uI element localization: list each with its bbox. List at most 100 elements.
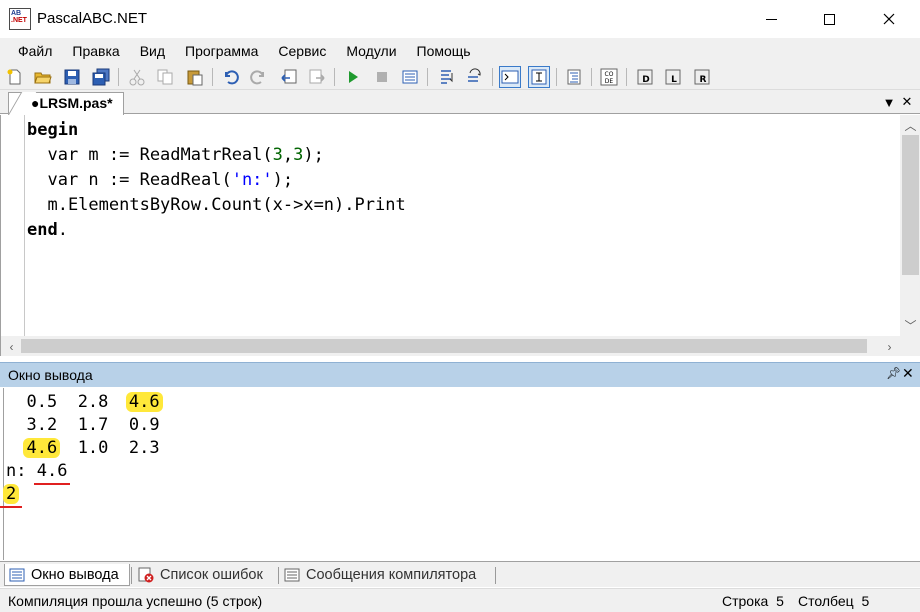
code-segment: var n := ReadReal( — [27, 170, 232, 190]
status-message: Компиляция прошла успешно (5 строк) — [8, 593, 263, 609]
toolbar-separator — [626, 68, 627, 86]
close-icon: ✕ — [901, 94, 913, 109]
compile-button[interactable] — [399, 66, 421, 88]
keyword: end — [27, 220, 58, 240]
stop-icon — [377, 72, 387, 82]
close-tab-button[interactable]: ✕ — [898, 92, 916, 112]
run-button[interactable] — [342, 66, 364, 88]
toolbar-separator — [492, 68, 493, 86]
row-value: 5 — [776, 593, 784, 609]
app-logo-text-top: AB — [11, 10, 22, 17]
window-title: PascalABC.NET — [37, 10, 148, 27]
doc-d-icon: D — [637, 69, 653, 85]
minimize-icon — [765, 18, 777, 20]
compile-icon — [402, 70, 418, 84]
code-template-button[interactable]: CO DE — [598, 66, 620, 88]
close-window-button[interactable] — [866, 0, 912, 38]
doc-d-button[interactable]: D — [634, 66, 656, 88]
editor-horizontal-scrollbar[interactable]: ‹ › — [1, 336, 900, 356]
output-window-icon — [9, 568, 25, 581]
output-text: 0.5 2.8 4.6 3.2 1.7 0.9 4.6 1.0 2.3 n: 4.… — [3, 391, 163, 506]
vertical-scroll-thumb[interactable] — [902, 135, 919, 275]
copy-icon — [157, 69, 173, 85]
console-toggle-button[interactable] — [499, 66, 521, 88]
toolbar-separator — [427, 68, 428, 86]
tab-label: ●LRSM.pas* — [31, 95, 113, 111]
output-window-body[interactable]: 0.5 2.8 4.6 3.2 1.7 0.9 4.6 1.0 2.3 n: 4.… — [3, 388, 920, 560]
text-format-toggle-button[interactable] — [528, 66, 550, 88]
doc-l-button[interactable]: L — [662, 66, 684, 88]
menu-edit[interactable]: Правка — [62, 38, 129, 64]
tab-lrsm-pas[interactable]: ●LRSM.pas* — [8, 92, 124, 115]
step-into-button[interactable] — [436, 66, 458, 88]
doc-r-button[interactable]: R — [691, 66, 713, 88]
number-literal: 3 — [293, 145, 304, 165]
save-icon — [64, 69, 80, 85]
chevron-up-icon[interactable]: ︿ — [902, 117, 919, 134]
matrix-cell: 1.7 — [77, 415, 109, 435]
navigate-back-icon — [281, 69, 297, 84]
format-code-button[interactable] — [563, 66, 585, 88]
close-output-button[interactable]: ✕ — [902, 365, 914, 382]
svg-text:DE: DE — [605, 78, 614, 85]
undo-icon — [225, 70, 239, 85]
tab-compiler-messages[interactable]: Сообщения компилятора — [280, 564, 494, 586]
close-icon: ✕ — [902, 365, 914, 381]
undo-button[interactable] — [219, 66, 241, 88]
menu-view[interactable]: Вид — [130, 38, 175, 64]
matrix-cell: 2.3 — [128, 438, 160, 458]
triangle-down-icon: ▼ — [882, 94, 896, 110]
horizontal-scroll-thumb[interactable] — [21, 339, 867, 353]
open-folder-icon — [34, 72, 52, 84]
redo-button[interactable] — [248, 66, 270, 88]
navigate-back-button[interactable] — [278, 66, 300, 88]
code-segment: . — [57, 220, 68, 240]
menu-service[interactable]: Сервис — [268, 38, 336, 64]
output-window-title: Окно вывода — [8, 367, 93, 383]
code-line-2: var m := ReadMatrReal(3,3); — [27, 143, 406, 168]
menu-modules[interactable]: Модули — [336, 38, 406, 64]
run-icon — [349, 71, 358, 83]
tab-separator — [131, 567, 132, 584]
matrix-cell: 0.5 — [26, 392, 58, 412]
code-line-4: m.ElementsByRow.Count(x->x=n).Print — [27, 193, 405, 218]
status-row-indicator: Строка 5 — [722, 593, 784, 609]
chevron-right-icon[interactable]: › — [881, 338, 898, 355]
new-file-button[interactable] — [4, 66, 26, 88]
save-button[interactable] — [61, 66, 83, 88]
save-all-button[interactable] — [90, 66, 112, 88]
menu-program[interactable]: Программа — [175, 38, 268, 64]
tab-error-list[interactable]: Список ошибок — [134, 564, 276, 586]
tab-label: Список ошибок — [160, 567, 263, 583]
copy-button[interactable] — [154, 66, 176, 88]
output-row-1: 0.5 2.8 4.6 — [6, 391, 163, 414]
pin-icon[interactable]: 📌︎ — [886, 366, 901, 380]
menu-bar: Файл Правка Вид Программа Сервис Модули … — [0, 38, 920, 64]
toolbar-separator — [334, 68, 335, 86]
editor-vertical-scrollbar[interactable]: ︿ ﹀ — [900, 115, 920, 336]
maximize-button[interactable] — [806, 0, 852, 38]
toolbar: CO DE D L R — [0, 64, 920, 90]
navigate-forward-button[interactable] — [306, 66, 328, 88]
step-over-button[interactable] — [464, 66, 486, 88]
status-column-indicator: Столбец 5 — [798, 593, 869, 609]
highlighted-matrix-cell: 4.6 — [125, 392, 163, 412]
menu-file[interactable]: Файл — [8, 38, 62, 64]
menu-help[interactable]: Помощь — [407, 38, 481, 64]
minimize-button[interactable] — [748, 0, 794, 38]
keyword: begin — [27, 120, 79, 140]
chevron-left-icon[interactable]: ‹ — [3, 338, 20, 355]
tab-list-dropdown-button[interactable]: ▼ — [880, 92, 898, 112]
stop-button[interactable] — [371, 66, 393, 88]
open-button[interactable] — [32, 66, 54, 88]
paste-button[interactable] — [184, 66, 206, 88]
code-editor[interactable]: begin var m := ReadMatrReal(3,3); var n … — [0, 115, 920, 356]
input-prompt: n: — [6, 461, 27, 481]
chevron-down-icon[interactable]: ﹀ — [902, 317, 919, 334]
tab-output-window[interactable]: Окно вывода — [4, 564, 130, 586]
code-segment: ); — [272, 170, 294, 190]
title-bar: AB .NET PascalABC.NET — [0, 0, 920, 38]
toolbar-separator — [556, 68, 557, 86]
code-text[interactable]: begin var m := ReadMatrReal(3,3); var n … — [27, 118, 406, 243]
cut-button[interactable] — [126, 66, 148, 88]
